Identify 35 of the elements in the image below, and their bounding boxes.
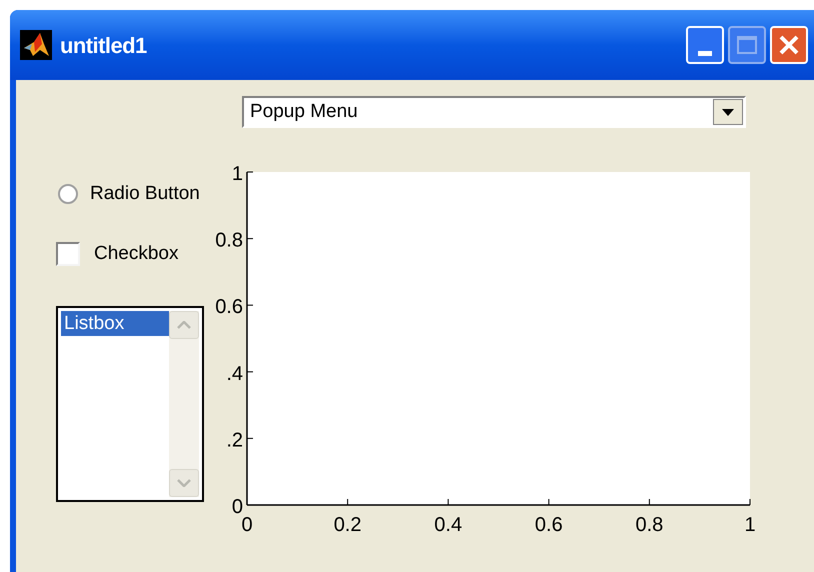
close-button[interactable]: [770, 26, 808, 64]
chevron-down-icon: [177, 479, 191, 487]
listbox[interactable]: Listbox: [56, 306, 204, 502]
window-title: untitled1: [60, 32, 147, 60]
x-tick-label: 0.8: [636, 514, 664, 536]
popup-menu[interactable]: Popup Menu: [242, 96, 746, 128]
chevron-up-icon: [177, 321, 191, 329]
listbox-item[interactable]: Listbox: [61, 311, 169, 336]
scrollbar[interactable]: [169, 311, 199, 497]
dropdown-button[interactable]: [713, 99, 743, 125]
y-tick-label: .4: [226, 362, 243, 385]
close-icon: [778, 34, 800, 56]
checkbox[interactable]: [56, 242, 80, 266]
y-tick-label: .2: [226, 429, 243, 452]
y-tick-label: 0.6: [215, 296, 243, 318]
scroll-up-button[interactable]: [169, 311, 199, 339]
radio-button-label: Radio Button: [90, 182, 200, 206]
radio-button[interactable]: [58, 184, 78, 204]
y-tick-label: 0.8: [215, 230, 243, 252]
caret-icon: [722, 108, 734, 116]
minimize-button[interactable]: [686, 26, 724, 64]
y-tick-label: 1: [232, 163, 243, 185]
popup-menu-value: Popup Menu: [249, 100, 359, 124]
y-tick-label: 0: [232, 496, 243, 518]
checkbox-label: Checkbox: [94, 242, 178, 266]
minimize-icon: [698, 51, 712, 56]
maximize-button[interactable]: [728, 26, 766, 64]
maximize-icon: [737, 36, 757, 54]
x-tick-label: 0.2: [334, 514, 362, 536]
x-tick-label: 0.6: [534, 514, 563, 536]
x-tick-label: 0.4: [434, 514, 462, 536]
app-logo-icon: [20, 30, 52, 60]
x-tick-label: 0: [241, 514, 253, 536]
scroll-down-button[interactable]: [169, 469, 199, 497]
x-tick-label: 1: [744, 514, 756, 536]
